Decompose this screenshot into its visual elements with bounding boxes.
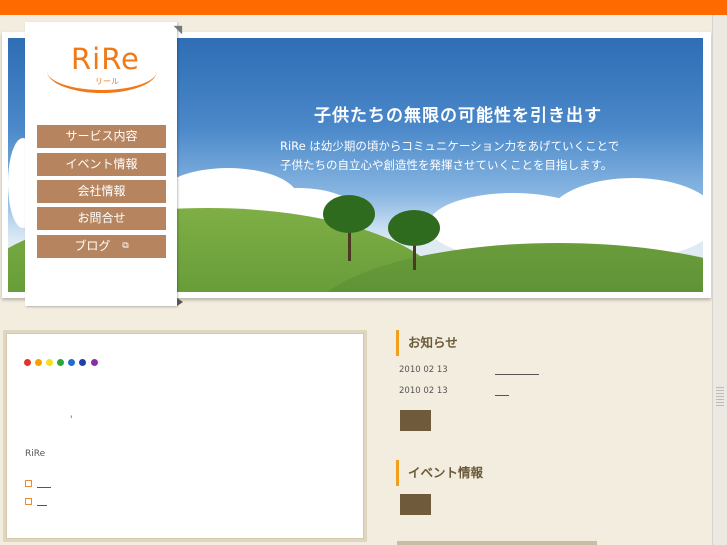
dot-indigo: [79, 359, 87, 366]
news-link[interactable]: [495, 366, 539, 375]
link-underline: [37, 479, 51, 488]
intro-box: ' RiRe: [3, 330, 367, 542]
dot-yellow: [46, 359, 54, 366]
dot-red: [24, 359, 31, 366]
tree: [388, 210, 440, 246]
square-bullet-icon: [25, 480, 32, 487]
nav-contact-label: お問合せ: [77, 211, 126, 225]
list-link[interactable]: [25, 497, 47, 507]
brand-label: RiRe: [25, 449, 46, 459]
link-underline: [37, 497, 47, 506]
scrollbar-grip-icon[interactable]: [716, 387, 724, 407]
logo-text: RiRe: [71, 42, 140, 76]
nav-panel: RiRe リール サービス内容 イベント情報 会社情報 お問合せ ブログ ⧉: [25, 22, 177, 306]
tiny-mark: ': [70, 415, 73, 425]
nav-events[interactable]: イベント情報: [37, 153, 166, 176]
events-heading: イベント情報: [396, 460, 483, 486]
nav-events-label: イベント情報: [65, 157, 138, 171]
hero-description: RiRe は幼少期の頃からコミュニケーション力をあげていくことで 子供たちの自立…: [280, 137, 630, 175]
next-section-edge: [397, 541, 597, 545]
nav-contact[interactable]: お問合せ: [37, 207, 166, 230]
list-link[interactable]: [25, 479, 51, 489]
square-bullet-icon: [25, 498, 32, 505]
news-heading: お知らせ: [396, 330, 458, 356]
site-logo[interactable]: RiRe リール: [47, 42, 157, 93]
news-date: 2010 02 13: [399, 365, 448, 375]
dot-blue: [68, 359, 76, 366]
external-link-icon: ⧉: [122, 241, 129, 251]
nav-company[interactable]: 会社情報: [37, 180, 166, 203]
logo-subtext: リール: [95, 77, 119, 86]
news-link[interactable]: [495, 387, 509, 396]
panel-fold-corner: [177, 298, 183, 306]
dot-purple: [90, 359, 98, 366]
hero-line-1: RiRe は幼少期の頃からコミュニケーション力をあげていくことで: [280, 139, 620, 153]
events-more-button[interactable]: [400, 494, 431, 515]
nav-blog[interactable]: ブログ ⧉: [37, 235, 166, 258]
news-date: 2010 02 13: [399, 386, 448, 396]
top-accent-bar: [0, 0, 727, 15]
color-dots: [24, 351, 98, 370]
nav-services[interactable]: サービス内容: [37, 125, 166, 148]
news-more-button[interactable]: [400, 410, 431, 431]
dot-orange: [35, 359, 43, 366]
hero-line-2: 子供たちの自立心や創造性を発揮させていくことを目指します。: [280, 158, 613, 172]
nav-blog-label: ブログ: [74, 239, 111, 253]
hero-title: 子供たちの無限の可能性を引き出す: [314, 106, 602, 126]
dot-green: [57, 359, 65, 366]
nav-company-label: 会社情報: [77, 184, 126, 198]
nav-services-label: サービス内容: [65, 129, 138, 143]
tree: [323, 195, 375, 233]
scrollbar[interactable]: [712, 15, 727, 545]
